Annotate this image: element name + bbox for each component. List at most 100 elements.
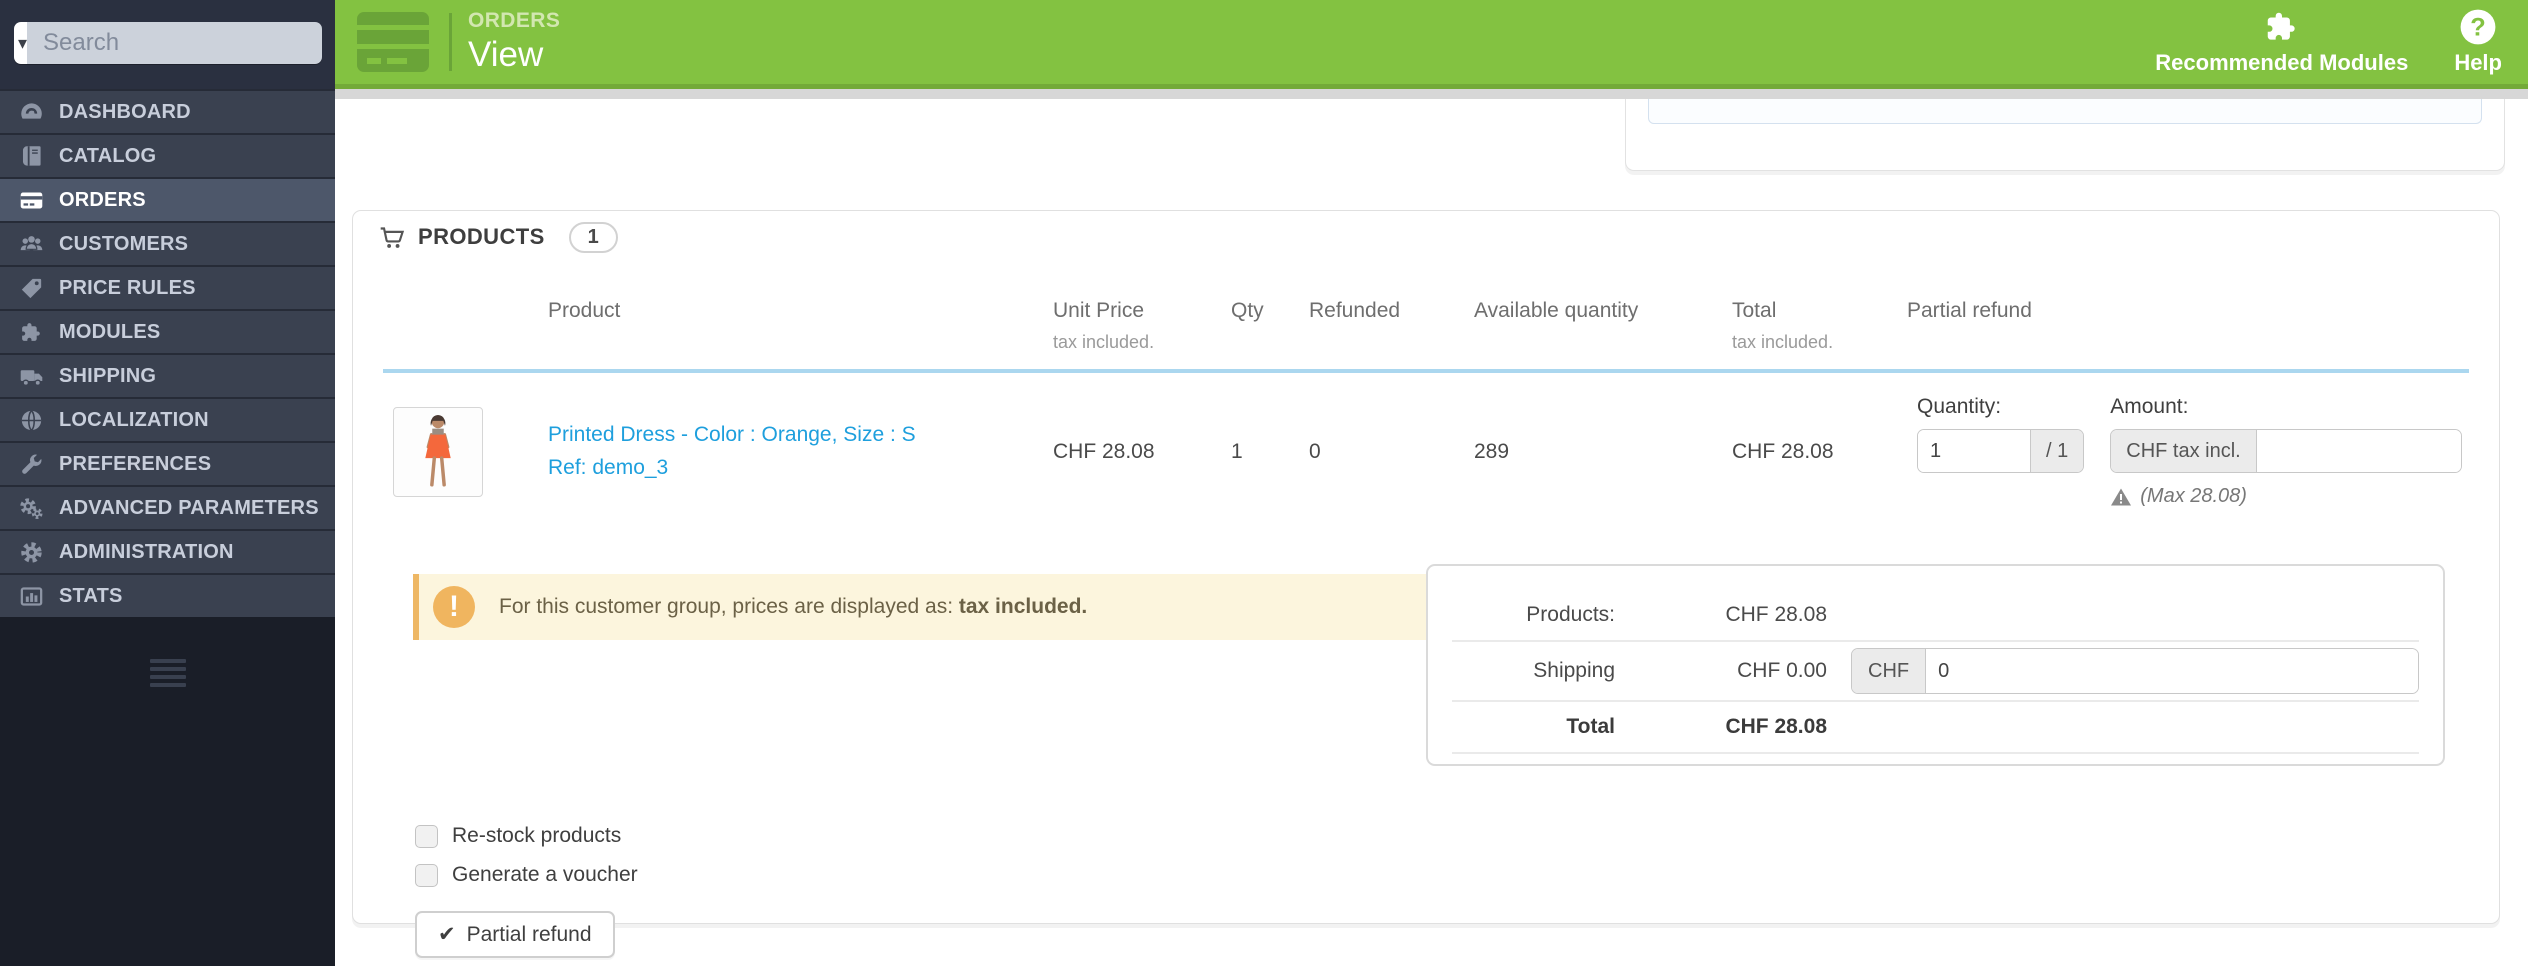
header-title-block: ORDERS View [468, 9, 560, 75]
sidebar-item-label: ADMINISTRATION [59, 540, 234, 563]
svg-text:?: ? [2470, 14, 2485, 42]
grand-total-label: Total [1566, 715, 1615, 738]
refunded-value: 0 [1309, 439, 1321, 463]
refund-options: Re-stock products Generate a voucher [415, 824, 2469, 887]
voucher-option: Generate a voucher [415, 863, 2469, 887]
gear-icon [16, 539, 46, 565]
sidebar-item-label: PREFERENCES [59, 452, 212, 475]
bar-chart-icon [16, 583, 46, 609]
header-actions: Recommended Modules ? Help [2155, 8, 2528, 76]
sidebar-item-administration[interactable]: ADMINISTRATION [0, 529, 335, 573]
col-total: Total tax included. [1732, 299, 1907, 353]
search-input[interactable] [27, 22, 322, 64]
refund-amount-group: CHF tax incl. [2110, 429, 2463, 473]
help-button[interactable]: ? Help [2454, 8, 2502, 76]
orders-card-icon [357, 12, 429, 72]
product-name-link[interactable]: Printed Dress - Color : Orange, Size : S [548, 419, 1053, 452]
shipping-value: CHF 0.00 [1737, 659, 1827, 682]
sidebar-item-localization[interactable]: LOCALIZATION [0, 397, 335, 441]
product-thumbnail[interactable] [393, 406, 483, 497]
refund-quantity-block: Quantity: / 1 [1917, 395, 2085, 508]
puzzle-icon [16, 319, 46, 345]
sidebar-item-label: LOCALIZATION [59, 408, 209, 431]
voucher-checkbox[interactable] [415, 863, 438, 887]
refund-max-note: (Max 28.08) [2110, 485, 2462, 508]
partial-refund-button[interactable]: ✔ Partial refund [415, 911, 615, 958]
sidebar-item-stats[interactable]: STATS [0, 573, 335, 617]
customers-icon [16, 231, 46, 257]
shipping-refund-group: CHF [1851, 648, 2419, 694]
totals-total-row: Total CHF 28.08 [1452, 702, 2419, 754]
credit-card-icon [16, 187, 46, 213]
refund-quantity-group: / 1 [1917, 429, 2085, 473]
shipping-currency-addon: CHF [1852, 649, 1927, 693]
sidebar-collapse-icon[interactable] [148, 659, 188, 687]
products-total-label: Products: [1526, 603, 1615, 626]
products-panel-title: PRODUCTS [418, 224, 545, 249]
shipping-label: Shipping [1533, 659, 1615, 682]
help-icon: ? [2460, 9, 2496, 45]
info-box-cutoff [1648, 99, 2482, 124]
product-ref-link[interactable]: Ref: demo_3 [548, 452, 1053, 485]
summary-zone: ! For this customer group, prices are di… [383, 524, 2469, 766]
sidebar-item-label: MODULES [59, 320, 161, 343]
sidebar-menu: DASHBOARD CATALOG ORDERS CUSTOMERS PRICE… [0, 89, 335, 617]
products-table: Product Unit Price tax included. Qty Ref… [353, 263, 2499, 958]
sidebar-item-orders[interactable]: ORDERS [0, 177, 335, 221]
sidebar-item-price-rules[interactable]: PRICE RULES [0, 265, 335, 309]
totals-products-row: Products: CHF 28.08 [1452, 590, 2419, 642]
sidebar-item-shipping[interactable]: SHIPPING [0, 353, 335, 397]
check-icon: ✔ [438, 923, 456, 946]
total-value: CHF 28.08 [1732, 439, 1834, 463]
refund-amount-addon: CHF tax incl. [2111, 430, 2257, 472]
grand-total-value: CHF 28.08 [1725, 715, 1827, 738]
partial-refund-cell: Quantity: / 1 Amount: CHF tax incl. [1907, 395, 2469, 508]
sidebar-item-label: DASHBOARD [59, 100, 191, 123]
product-cell: Printed Dress - Color : Orange, Size : S… [548, 419, 1053, 484]
restock-option: Re-stock products [415, 824, 2469, 848]
restock-label: Re-stock products [452, 824, 622, 847]
sidebar-item-advanced-parameters[interactable]: ADVANCED PARAMETERS [0, 485, 335, 529]
refund-amount-block: Amount: CHF tax incl. (Max 28.08) [2110, 395, 2463, 508]
sidebar-item-customers[interactable]: CUSTOMERS [0, 221, 335, 265]
sidebar-item-label: STATS [59, 584, 123, 607]
sidebar-item-label: ADVANCED PARAMETERS [59, 496, 319, 519]
col-refunded: Refunded [1309, 299, 1401, 322]
col-unit-price: Unit Price tax included. [1053, 299, 1231, 353]
total-note: tax included. [1732, 332, 1834, 352]
unit-price-note: tax included. [1053, 332, 1155, 352]
gears-icon [16, 495, 46, 521]
warning-circle-icon: ! [433, 586, 475, 628]
col-product: Product [548, 299, 621, 322]
qty-value: 1 [1231, 439, 1243, 463]
sidebar: ▾ DASHBOARD CATALOG ORDERS CUSTOMERS [0, 0, 335, 966]
searchbar: ▾ [14, 22, 322, 64]
refund-amount-input[interactable] [2256, 430, 2462, 472]
tax-warning-text: For this customer group, prices are disp… [499, 595, 1088, 618]
shipping-refund-input[interactable] [1926, 649, 2418, 693]
wrench-icon [16, 451, 46, 477]
available-quantity-value: 289 [1474, 439, 1510, 463]
app-window: ▾ DASHBOARD CATALOG ORDERS CUSTOMERS [0, 0, 2528, 966]
recommended-modules-button[interactable]: Recommended Modules [2155, 8, 2408, 76]
refund-quantity-label: Quantity: [1917, 395, 2002, 418]
warning-triangle-icon [2111, 488, 2132, 505]
header-divider [449, 13, 452, 71]
search-scope-button[interactable]: ▾ [14, 22, 28, 64]
refund-quantity-input[interactable] [1918, 430, 2030, 472]
recommended-modules-label: Recommended Modules [2155, 50, 2409, 75]
refund-amount-label: Amount: [2110, 395, 2189, 418]
partial-refund-button-label: Partial refund [466, 922, 592, 946]
sidebar-item-label: CUSTOMERS [59, 232, 189, 255]
sidebar-item-dashboard[interactable]: DASHBOARD [0, 89, 335, 133]
products-panel-header: PRODUCTS 1 [353, 211, 2499, 263]
restock-checkbox[interactable] [415, 824, 438, 848]
voucher-label: Generate a voucher [452, 863, 638, 886]
sidebar-item-catalog[interactable]: CATALOG [0, 133, 335, 177]
col-thumb [383, 299, 548, 353]
sidebar-item-label: SHIPPING [59, 364, 157, 387]
truck-icon [16, 363, 46, 389]
sidebar-item-modules[interactable]: MODULES [0, 309, 335, 353]
book-icon [16, 143, 46, 169]
sidebar-item-preferences[interactable]: PREFERENCES [0, 441, 335, 485]
